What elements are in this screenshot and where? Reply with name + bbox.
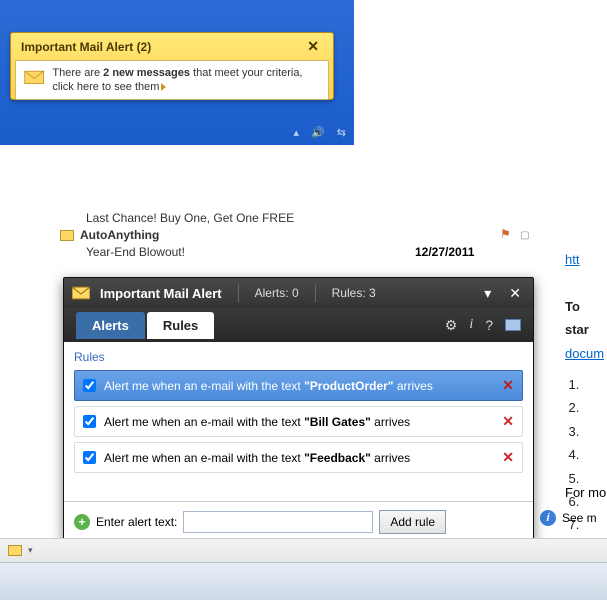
http-link[interactable]: htt <box>565 252 579 267</box>
add-rule-button[interactable]: Add rule <box>379 510 446 534</box>
rule-text: Alert me when an e-mail with the text "F… <box>104 451 410 465</box>
delete-rule-icon[interactable]: ✕ <box>502 377 514 394</box>
close-icon[interactable]: ✕ <box>303 38 323 55</box>
rule-row[interactable]: Alert me when an e-mail with the text "B… <box>74 406 523 437</box>
mail-icon[interactable] <box>505 319 521 331</box>
rules-section-label: Rules <box>74 350 523 364</box>
alert-text-input[interactable] <box>183 511 373 533</box>
envelope-icon <box>24 69 44 91</box>
rule-row[interactable]: Alert me when an e-mail with the text "P… <box>74 370 523 401</box>
delete-rule-icon[interactable]: ✕ <box>502 413 514 430</box>
mail-date: 12/27/2011 <box>415 245 474 259</box>
system-tray: ▴ 🔊 ⇆ <box>294 126 346 139</box>
toast-body[interactable]: There are 2 new messages that meet your … <box>15 60 329 100</box>
mail-alert-dialog: Important Mail Alert Alerts: 0 Rules: 3 … <box>63 277 534 542</box>
plus-icon: + <box>74 514 90 530</box>
rules-stat: Rules: 3 <box>332 286 376 300</box>
dialog-body: Rules Alert me when an e-mail with the t… <box>64 342 533 501</box>
see-more-label: See m <box>562 511 597 525</box>
alerts-stat: Alerts: 0 <box>255 286 299 300</box>
flag-icon[interactable]: ⚑ ▢ <box>500 227 530 241</box>
info-bar: i See m <box>540 510 597 526</box>
mail-subject: Last Chance! Buy One, Get One FREE <box>86 210 294 227</box>
gear-icon[interactable]: ⚙ <box>445 317 458 334</box>
sync-icon[interactable]: ⇆ <box>337 126 346 139</box>
delete-rule-icon[interactable]: ✕ <box>502 449 514 466</box>
dialog-titlebar[interactable]: Important Mail Alert Alerts: 0 Rules: 3 … <box>64 278 533 308</box>
tray-up-icon[interactable]: ▴ <box>294 126 300 139</box>
docum-link[interactable]: docum <box>565 346 604 361</box>
dialog-title: Important Mail Alert <box>100 286 222 301</box>
for-more-label: For mo <box>565 485 606 500</box>
help-icon[interactable]: ? <box>485 317 493 333</box>
mail-subject: Year-End Blowout! <box>86 244 185 261</box>
mail-alert-toast[interactable]: Important Mail Alert (2) ✕ There are 2 n… <box>10 32 334 100</box>
minimize-icon[interactable]: ▾ <box>480 285 495 302</box>
mail-sender: AutoAnything <box>80 227 159 244</box>
rule-checkbox[interactable] <box>83 379 96 392</box>
close-icon[interactable]: ✕ <box>505 285 525 302</box>
chevron-right-icon <box>161 83 166 91</box>
speaker-icon[interactable]: 🔊 <box>311 126 325 139</box>
tab-rules[interactable]: Rules <box>147 312 214 339</box>
toast-title: Important Mail Alert (2) <box>21 40 151 54</box>
desktop-background: Important Mail Alert (2) ✕ There are 2 n… <box>0 0 354 145</box>
rule-text: Alert me when an e-mail with the text "P… <box>104 379 433 393</box>
rule-checkbox[interactable] <box>83 451 96 464</box>
task-bar <box>0 562 607 600</box>
rule-row[interactable]: Alert me when an e-mail with the text "F… <box>74 442 523 473</box>
envelope-icon <box>72 286 90 300</box>
to-start-label: To star <box>565 299 589 337</box>
dialog-footer: + Enter alert text: Add rule <box>64 501 533 541</box>
chevron-down-icon[interactable]: ▾ <box>28 545 33 556</box>
info-icon[interactable]: i <box>469 317 473 333</box>
mail-list: Last Chance! Buy One, Get One FREE AutoA… <box>60 210 294 260</box>
mail-icon <box>8 545 22 556</box>
rule-text: Alert me when an e-mail with the text "B… <box>104 415 410 429</box>
toast-message: There are 2 new messages that meet your … <box>52 66 320 95</box>
info-icon: i <box>540 510 556 526</box>
dialog-toolbar: Alerts Rules ⚙ i ? <box>64 308 533 342</box>
status-bar: ▾ <box>0 538 607 562</box>
enter-text-label: Enter alert text: <box>96 515 177 529</box>
tab-alerts[interactable]: Alerts <box>76 312 145 339</box>
rule-checkbox[interactable] <box>83 415 96 428</box>
mail-icon <box>60 230 74 241</box>
